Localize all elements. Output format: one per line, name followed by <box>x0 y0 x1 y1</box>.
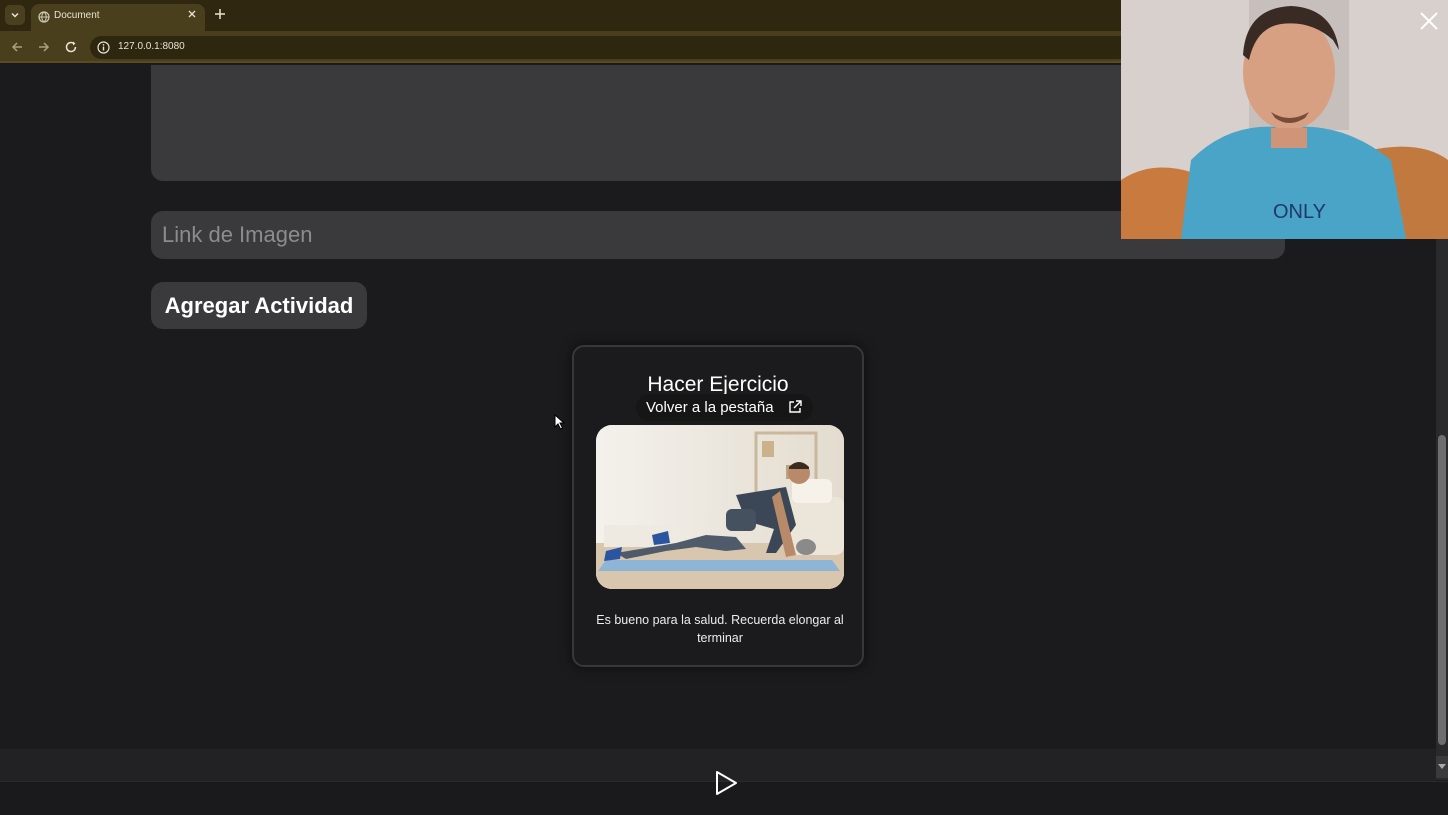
arrow-right-icon[interactable] <box>37 40 51 54</box>
close-icon[interactable] <box>1416 8 1442 34</box>
info-icon[interactable] <box>97 41 110 54</box>
exercise-photo <box>596 425 844 589</box>
chevron-down-icon <box>11 12 19 18</box>
address-bar[interactable]: 127.0.0.1:8080 <box>90 36 1130 59</box>
mouse-cursor-icon <box>554 414 566 430</box>
browser-tab-document[interactable]: Document <box>31 4 205 31</box>
webcam-video: ONLY <box>1121 0 1448 239</box>
image-link-input[interactable] <box>151 211 1285 259</box>
arrow-left-icon[interactable] <box>10 40 24 54</box>
add-activity-button[interactable]: Agregar Actividad <box>151 282 367 329</box>
presenter-image: ONLY <box>1121 0 1448 239</box>
return-to-tab-button[interactable]: Volver a la pestaña <box>636 394 813 421</box>
card-description: Es bueno para la salud. Recuerda elongar… <box>596 613 844 645</box>
plus-icon[interactable] <box>213 7 227 21</box>
scroll-down-button[interactable] <box>1436 756 1448 778</box>
description-textarea[interactable] <box>151 65 1285 181</box>
return-to-tab-label: Volver a la pestaña <box>646 399 774 416</box>
tab-search-button[interactable] <box>5 5 25 25</box>
chevron-down-icon <box>1438 764 1446 769</box>
external-link-icon <box>789 400 802 413</box>
scrollbar-thumb[interactable] <box>1438 435 1446 745</box>
url-text: 127.0.0.1:8080 <box>118 41 185 52</box>
play-icon[interactable] <box>713 769 739 797</box>
close-icon[interactable] <box>186 8 198 20</box>
globe-icon <box>38 11 50 23</box>
page-scrollbar[interactable] <box>1436 239 1448 780</box>
tab-title: Document <box>54 10 100 21</box>
reload-icon[interactable] <box>64 40 78 54</box>
screen: Document 127.0.0.1:8080 Agregar Activida… <box>0 0 1448 815</box>
svg-text:ONLY: ONLY <box>1273 201 1326 223</box>
card-image <box>596 425 844 589</box>
